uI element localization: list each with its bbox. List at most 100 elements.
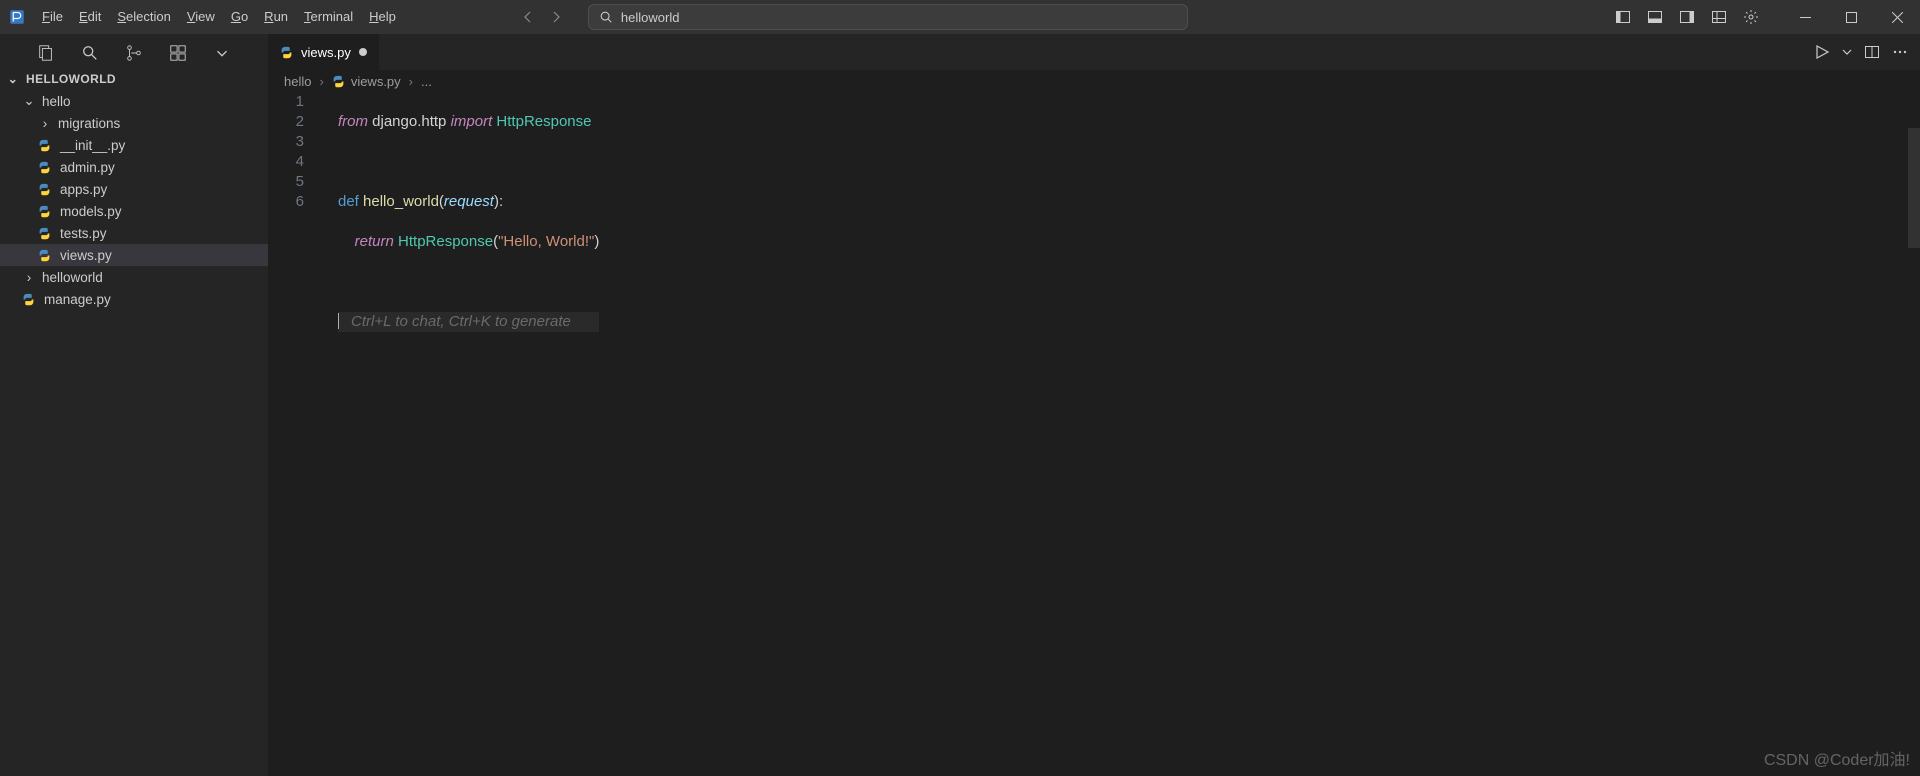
titlebar-right [1612, 0, 1920, 34]
split-editor-icon[interactable] [1864, 44, 1880, 60]
menubar: File Edit Selection View Go Run Terminal… [34, 0, 404, 34]
breadcrumb-part[interactable]: views.py [332, 74, 401, 89]
run-button-icon[interactable] [1814, 44, 1830, 60]
file-admin.py[interactable]: admin.py [0, 156, 268, 178]
app-icon [0, 0, 34, 34]
menu-view[interactable]: View [179, 0, 223, 34]
python-icon [38, 161, 54, 174]
toggle-secondary-sidebar-icon[interactable] [1676, 6, 1698, 28]
file-views.py[interactable]: views.py [0, 244, 268, 266]
tree-label: manage.py [44, 292, 111, 307]
sidebar: ⌄ HELLOWORLD ⌄ hello › migrations __init__.p… [0, 34, 268, 776]
menu-file-label: ile [50, 9, 63, 24]
menu-terminal[interactable]: Terminal [296, 0, 361, 34]
minimize-button[interactable] [1782, 0, 1828, 34]
tab-views-py[interactable]: views.py [268, 34, 380, 70]
search-icon [599, 10, 613, 24]
tab-actions [1814, 34, 1920, 70]
folder-migrations[interactable]: › migrations [0, 112, 268, 134]
python-icon [22, 293, 38, 306]
explorer-title[interactable]: ⌄ HELLOWORLD [0, 68, 268, 90]
nav-back-icon[interactable] [514, 3, 542, 31]
tree-label: tests.py [60, 226, 107, 241]
toggle-panel-icon[interactable] [1644, 6, 1666, 28]
python-icon [38, 183, 54, 196]
file-__init__.py[interactable]: __init__.py [0, 134, 268, 156]
customize-layout-icon[interactable] [1708, 6, 1730, 28]
editor-area: views.py hello › views.py › ... 123456 f… [268, 34, 1920, 776]
line-number: 5 [268, 172, 304, 192]
ai-hint: Ctrl+L to chat, Ctrl+K to generate [351, 313, 571, 330]
file-apps.py[interactable]: apps.py [0, 178, 268, 200]
line-number: 3 [268, 132, 304, 152]
chevron-right-icon: › [409, 74, 413, 89]
line-number: 1 [268, 92, 304, 112]
nav-forward-icon[interactable] [542, 3, 570, 31]
watermark: CSDN @Coder加油! [1764, 746, 1910, 770]
nav-arrows [514, 3, 570, 31]
python-icon [38, 139, 54, 152]
search-text: helloworld [621, 10, 680, 25]
file-tests.py[interactable]: tests.py [0, 222, 268, 244]
menu-file[interactable]: File [34, 0, 71, 34]
tree-label: migrations [58, 116, 120, 131]
tree-label: hello [42, 94, 71, 109]
breadcrumb[interactable]: hello › views.py › ... [268, 70, 1920, 92]
search-sidebar-icon[interactable] [80, 43, 100, 63]
file-tree: ⌄ hello › migrations __init__.py admin.py apps… [0, 90, 268, 310]
window-controls [1782, 0, 1920, 34]
source-control-icon[interactable] [124, 43, 144, 63]
settings-gear-icon[interactable] [1740, 6, 1762, 28]
chevron-down-icon[interactable] [212, 43, 232, 63]
menu-edit[interactable]: Edit [71, 0, 109, 34]
run-dropdown-icon[interactable] [1842, 47, 1852, 57]
line-number: 2 [268, 112, 304, 132]
project-name: HELLOWORLD [26, 72, 116, 86]
tree-label: helloworld [42, 270, 103, 285]
search-wrap: helloworld [588, 4, 1188, 30]
breadcrumb-part[interactable]: hello [284, 74, 311, 89]
tree-label: __init__.py [60, 138, 125, 153]
workspace: ⌄ HELLOWORLD ⌄ hello › migrations __init__.p… [0, 34, 1920, 776]
menu-selection[interactable]: Selection [109, 0, 178, 34]
tabbar: views.py [268, 34, 1920, 70]
line-gutter: 123456 [268, 92, 328, 212]
folder-hello[interactable]: ⌄ hello [0, 90, 268, 112]
search-input[interactable]: helloworld [588, 4, 1188, 30]
menu-help[interactable]: Help [361, 0, 404, 34]
tree-label: views.py [60, 248, 112, 263]
layout-icons [1612, 6, 1762, 28]
tree-label: apps.py [60, 182, 107, 197]
tab-label: views.py [301, 45, 351, 60]
breadcrumb-part[interactable]: ... [421, 74, 432, 89]
new-file-icon[interactable] [36, 43, 56, 63]
sidebar-toolbar [0, 34, 268, 68]
titlebar: File Edit Selection View Go Run Terminal… [0, 0, 1920, 34]
tree-label: models.py [60, 204, 122, 219]
python-icon [280, 46, 293, 59]
line-number: 6 [268, 192, 304, 212]
chevron-down-icon: ⌄ [22, 93, 36, 109]
dirty-indicator-icon [359, 48, 367, 56]
chevron-down-icon: ⌄ [6, 72, 20, 86]
close-button[interactable] [1874, 0, 1920, 34]
python-icon [332, 75, 345, 88]
toggle-primary-sidebar-icon[interactable] [1612, 6, 1634, 28]
menu-run[interactable]: Run [256, 0, 296, 34]
code-content[interactable]: from django.http import HttpResponse def… [338, 92, 599, 372]
extensions-icon[interactable] [168, 43, 188, 63]
file-manage.py[interactable]: manage.py [0, 288, 268, 310]
folder-helloworld[interactable]: › helloworld [0, 266, 268, 288]
line-number: 4 [268, 152, 304, 172]
scrollbar[interactable] [1908, 128, 1920, 248]
chevron-right-icon: › [22, 270, 36, 285]
file-models.py[interactable]: models.py [0, 200, 268, 222]
text-cursor [338, 313, 339, 329]
editor-body[interactable]: 123456 from django.http import HttpRespo… [268, 92, 1920, 776]
more-actions-icon[interactable] [1892, 44, 1908, 60]
python-icon [38, 249, 54, 262]
chevron-right-icon: › [38, 116, 52, 131]
menu-go[interactable]: Go [223, 0, 256, 34]
maximize-button[interactable] [1828, 0, 1874, 34]
python-icon [38, 227, 54, 240]
